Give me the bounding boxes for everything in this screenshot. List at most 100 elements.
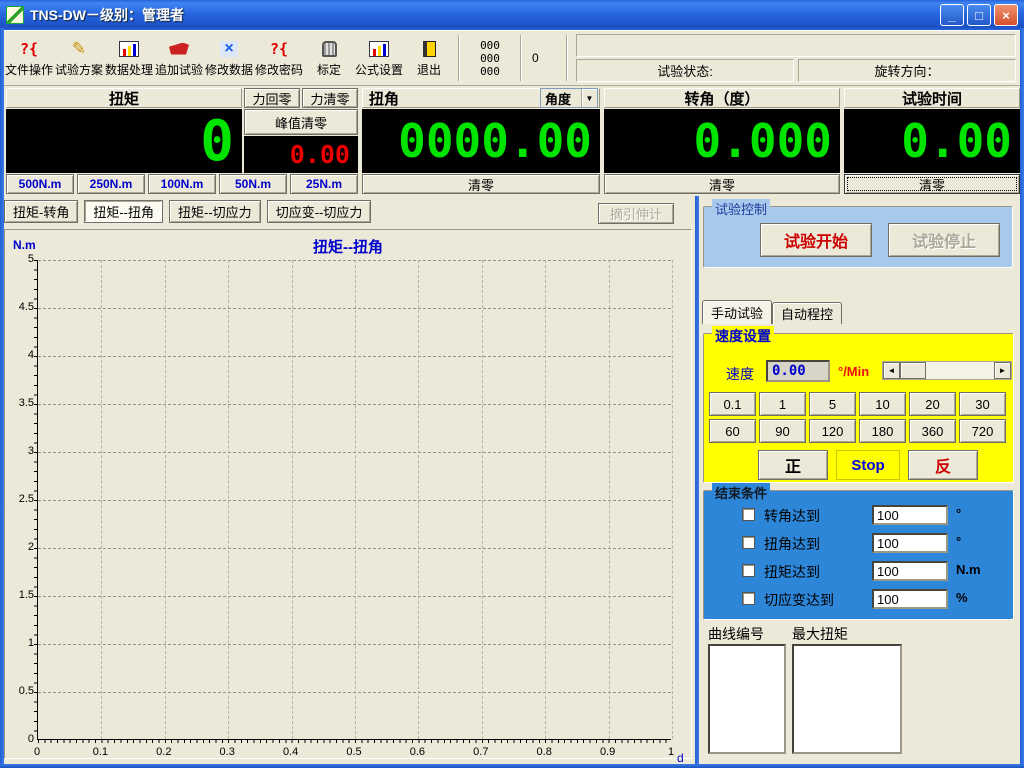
chevron-down-icon[interactable]: ▼ [581,89,597,107]
condition-value-input[interactable]: 100 [872,589,948,609]
toolbar-button-help-brace[interactable]: 文件操作 [4,31,54,85]
toolbar-button-help-brace[interactable]: 修改密码 [254,31,304,85]
angle-value-display: 0.000 [604,109,840,173]
toolbar-button-bar-chart[interactable]: 数据处理 [104,31,154,85]
y-tick-label: 3.5 [7,397,34,409]
toolbar-button-exit-door[interactable]: 退出 [404,31,454,85]
counter-line: 000 [480,39,500,52]
curve-number-list[interactable] [708,644,786,754]
condition-value-input[interactable]: 100 [872,505,948,525]
speed-preset-button[interactable]: 20 [909,392,956,416]
mode-tab[interactable]: 手动试验 [702,300,772,324]
toolbar-button-blue-x[interactable]: 修改数据 [204,31,254,85]
speed-input[interactable]: 0.00 [766,360,830,382]
condition-checkbox[interactable] [742,592,755,605]
speed-preset-button[interactable]: 30 [959,392,1006,416]
gridline [292,260,293,739]
forward-button[interactable]: 正 [758,450,828,480]
minimize-button[interactable]: _ [940,4,964,26]
scroll-left-arrow-icon[interactable]: ◄ [883,362,900,379]
y-tick-label: 5 [7,253,34,265]
speed-settings-group: 速度设置 速度 0.00 °/Min ◄ ► 0.115102030609012… [703,333,1014,483]
toolbar-button-calibrate[interactable]: 标定 [304,31,354,85]
scroll-right-arrow-icon[interactable]: ► [994,362,1011,379]
pen-icon [72,39,86,59]
speed-preset-button[interactable]: 1 [759,392,806,416]
range-button[interactable]: 25N.m [290,174,358,194]
window-title: TNS-DW－级别：管理者 [30,5,184,25]
range-button[interactable]: 50N.m [219,174,287,194]
angle-header: 转角（度） [604,88,840,108]
status-message-box [576,34,1016,57]
speed-label: 速度 [726,364,754,384]
scrollbar-track[interactable] [926,362,994,379]
speed-preset-button[interactable]: 720 [959,419,1006,443]
toolbar-button-formula-chart[interactable]: 公式设置 [354,31,404,85]
angle-unit-combobox[interactable]: 角度 ▼ [540,88,598,108]
gridline [545,260,546,739]
x-tick-label: 0.4 [271,746,311,758]
peak-clear-button[interactable]: 峰值清零 [244,109,358,135]
end-conditions-title: 结束条件 [712,483,770,502]
condition-checkbox[interactable] [742,536,755,549]
curve-tab[interactable]: 扭矩--切应力 [169,200,261,223]
condition-label: 转角达到 [764,506,820,526]
speed-preset-button[interactable]: 0.1 [709,392,756,416]
toolbar-button-label: 数据处理 [105,61,153,78]
condition-label: 切应变达到 [764,590,834,610]
formula-chart-icon [369,41,389,57]
mode-tab[interactable]: 自动程控 [772,302,842,324]
toolbar-button-label: 退出 [417,61,441,78]
speed-preset-button[interactable]: 120 [809,419,856,443]
condition-value-input[interactable]: 100 [872,561,948,581]
chart-panel: 扭矩--扭角 N.m 54.543.532.521.510.50 00.10.2… [4,229,692,759]
range-button[interactable]: 100N.m [148,174,216,194]
range-button[interactable]: 500N.m [6,174,74,194]
y-tick-label: 2.5 [7,493,34,505]
toolbar-button-label: 标定 [317,61,341,78]
angle-clear-button[interactable]: 清零 [604,174,840,194]
toolbar-button-pen[interactable]: 试验方案 [54,31,104,85]
force-clear-button[interactable]: 力清零 [302,88,358,108]
x-tick-label: 0.5 [334,746,374,758]
exit-door-icon [423,41,436,57]
time-clear-button[interactable]: 清零 [844,174,1020,194]
curve-tab[interactable]: 扭矩-转角 [4,200,78,223]
speed-preset-button[interactable]: 360 [909,419,956,443]
speed-preset-button[interactable]: 10 [859,392,906,416]
max-torque-list[interactable] [792,644,902,754]
speed-preset-button[interactable]: 60 [709,419,756,443]
test-start-button[interactable]: 试验开始 [760,223,872,257]
x-minor-ticks [38,739,671,743]
application-window: TNS-DW－级别：管理者 _ □ × 文件操作试验方案数据处理追加试验修改数据… [0,0,1024,768]
speed-scrollbar[interactable]: ◄ ► [882,361,1012,380]
gridline [482,260,483,739]
window-border [0,28,4,768]
end-condition-row: 扭角达到100° [704,533,1013,555]
condition-label: 扭角达到 [764,534,820,554]
curve-tab[interactable]: 切应变--切应力 [267,200,372,223]
rotation-direction-label: 旋转方向： [798,59,1016,82]
maximize-button[interactable]: □ [967,4,991,26]
range-button[interactable]: 250N.m [77,174,145,194]
condition-checkbox[interactable] [742,508,755,521]
condition-value-input[interactable]: 100 [872,533,948,553]
reverse-button[interactable]: 反 [908,450,978,480]
toolbar-button-append[interactable]: 追加试验 [154,31,204,85]
force-zero-button[interactable]: 力回零 [244,88,300,108]
close-button[interactable]: × [994,4,1018,26]
speed-preset-button[interactable]: 5 [809,392,856,416]
condition-checkbox[interactable] [742,564,755,577]
scrollbar-thumb[interactable] [900,362,926,379]
speed-preset-button[interactable]: 180 [859,419,906,443]
title-bar[interactable]: TNS-DW－级别：管理者 _ □ × [0,0,1024,30]
curve-tab[interactable]: 扭矩--扭角 [84,200,163,223]
speed-preset-button[interactable]: 90 [759,419,806,443]
y-tick-label: 0.5 [7,685,34,697]
condition-label: 扭矩达到 [764,562,820,582]
gridline [418,260,419,739]
twist-clear-button[interactable]: 清零 [362,174,600,194]
toolbar-button-label: 修改数据 [205,61,253,78]
test-status-label: 试验状态: [576,59,794,82]
stop-button[interactable]: Stop [836,450,900,480]
